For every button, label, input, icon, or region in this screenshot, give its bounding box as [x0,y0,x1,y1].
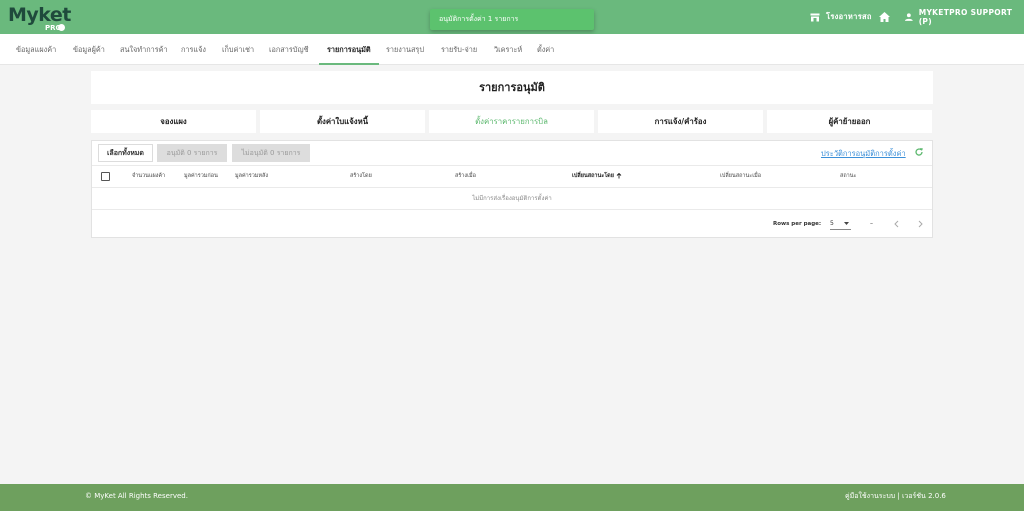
column-header-label: เปลี่ยนสถานะโดย [572,173,614,179]
nav-item-settings[interactable]: ตั้งค่า [537,34,554,65]
page-title: รายการอนุมัติ [479,81,545,94]
nav-item-analytics[interactable]: วิเคราะห์ [494,34,522,65]
nav-item-interested[interactable]: สนใจทำการค้า [120,34,168,65]
footer: © MyKet All Rights Reserved. คู่มือใช้งา… [0,484,1024,511]
column-header[interactable]: สร้างเมื่อ [455,166,476,187]
main-nav: ข้อมูลแผงค้า ข้อมูลผู้ค้า สนใจทำการค้า ก… [0,34,1024,65]
logo-dot-icon [58,24,65,31]
approval-history-link[interactable]: ประวัติการอนุมัติการตั้งค่า [821,148,906,160]
nav-item-reports[interactable]: รายงานสรุป [386,34,424,65]
person-icon [905,13,913,21]
user-name: MYKETPRO SUPPORT (P) [918,8,1013,26]
empty-table-message: ไม่มีการส่งเรื่องอนุมัติการตั้งค่า [92,188,932,210]
pagination-range: – [870,220,873,227]
rows-per-page-select[interactable]: 5 [830,219,851,230]
column-header[interactable]: มูลค่ารวมหลัง [235,166,268,187]
store-selector[interactable]: โรงอาหารสถ [810,0,872,34]
user-menu[interactable]: MYKETPRO SUPPORT (P) [905,0,1024,34]
tab-stall-booking[interactable]: จองแผง [91,110,256,133]
nav-item-rent[interactable]: เก็บค่าเช่า [222,34,254,65]
store-icon [810,13,820,21]
page-title-card: รายการอนุมัติ [91,71,933,104]
top-bar: Myket PRO อนุมัติการตั้งค่า 1 รายการ โรง… [0,0,1024,34]
column-header[interactable]: จำนวนแผงค้า [132,166,165,187]
nav-item-income-expense[interactable]: รายรับ-จ่าย [441,34,477,65]
chevron-left-icon[interactable] [892,219,902,229]
approve-button[interactable]: อนุมัติ 0 รายการ [157,144,227,162]
refresh-icon[interactable] [914,147,924,157]
column-header[interactable]: สถานะ [840,166,857,187]
dropdown-arrow-icon [844,222,849,225]
column-header-sorted[interactable]: เปลี่ยนสถานะโดย [572,166,622,187]
nav-item-approvals[interactable]: รายการอนุมัติ [319,34,379,65]
nav-item-notifications[interactable]: การแจ้ง [181,34,206,65]
nav-item-accounting[interactable]: เอกสารบัญชี [269,34,309,65]
approval-table-card: เลือกทั้งหมด อนุมัติ 0 รายการ ไม่อนุมัติ… [91,140,933,238]
column-header[interactable]: เปลี่ยนสถานะเมื่อ [720,166,761,187]
sort-up-icon [616,172,622,178]
nav-item-stalls[interactable]: ข้อมูลแผงค้า [16,34,56,65]
home-icon [879,12,890,22]
notification-toast: อนุมัติการตั้งค่า 1 รายการ [430,9,594,30]
tab-invoice-settings[interactable]: ตั้งค่าใบแจ้งหนี้ [260,110,425,133]
footer-manual-version[interactable]: คู่มือใช้งานระบบ | เวอร์ชัน 2.0.6 [845,484,946,509]
store-name: โรงอาหารสถ [826,12,872,21]
tab-merchant-moveout[interactable]: ผู้ค้าย้ายออก [767,110,932,133]
reject-button[interactable]: ไม่อนุมัติ 0 รายการ [232,144,310,162]
table-header: จำนวนแผงค้า มูลค่ารวมก่อน มูลค่ารวมหลัง … [92,165,932,188]
myket-logo[interactable]: Myket PRO [8,4,71,32]
select-all-button[interactable]: เลือกทั้งหมด [98,144,153,162]
logo-text: Myket [8,4,71,26]
footer-copyright: © MyKet All Rights Reserved. [85,492,188,500]
pagination: Rows per page: 5 – [92,210,932,238]
rows-per-page-label: Rows per page: [773,221,822,227]
column-header[interactable]: มูลค่ารวมก่อน [184,166,218,187]
nav-item-merchants[interactable]: ข้อมูลผู้ค้า [73,34,105,65]
column-header[interactable]: สร้างโดย [350,166,372,187]
home-button[interactable] [879,0,890,34]
tab-bill-price-settings[interactable]: ตั้งค่าราคารายการบิล [429,110,594,133]
tab-requests[interactable]: การแจ้ง/คำร้อง [598,110,763,133]
select-all-checkbox[interactable] [101,172,110,181]
chevron-right-icon[interactable] [915,219,925,229]
rows-per-page-value: 5 [830,220,834,227]
